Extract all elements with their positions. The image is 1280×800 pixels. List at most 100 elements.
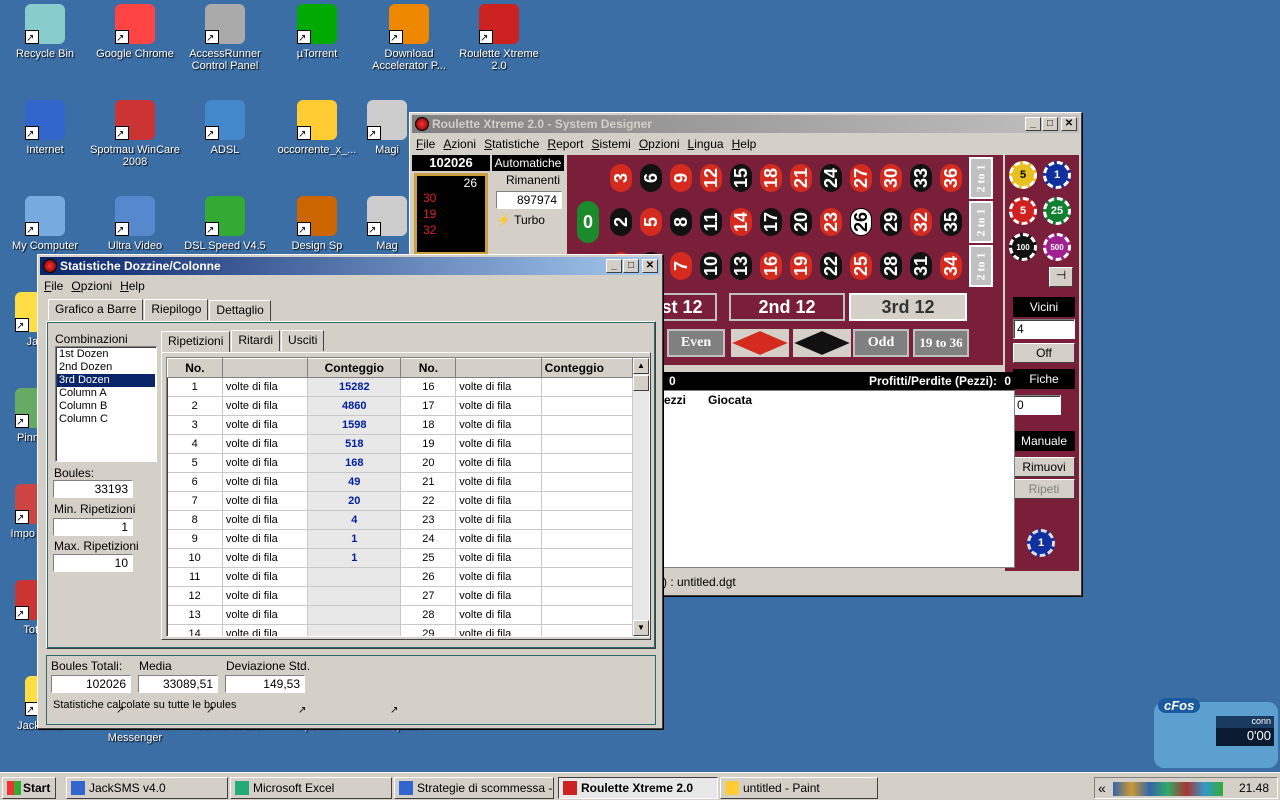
number-cell[interactable]: 31 [907,245,935,287]
column-header[interactable]: No. [167,358,223,378]
number-cell[interactable]: 30 [877,157,905,199]
roulette-menu-report[interactable]: Report [545,135,589,153]
rimuovi-button[interactable]: Rimuovi [1013,457,1075,477]
desktop-icon[interactable]: Ultra Video [90,196,180,252]
roulette-menu-azioni[interactable]: Azioni [441,135,482,153]
combinazioni-list[interactable]: 1st Dozen 2nd Dozen 3rd Dozen Column A Colum… [55,346,157,462]
even-bet[interactable]: Even [667,329,725,357]
roulette-menu-opzioni[interactable]: Opzioni [637,135,686,153]
table-row[interactable]: 2 volte di fila 4860 17 volte di fila [167,396,634,416]
table-row[interactable]: 12 volte di fila 27 volte di fila [167,586,634,606]
table-row[interactable]: 10 volte di fila 1 25 volte di fila [167,548,634,568]
scroll-down-icon[interactable]: ▼ [633,620,649,636]
chip-5[interactable]: 5 [1009,197,1037,225]
desktop-icon[interactable]: My Computer [0,196,90,252]
combo-item[interactable]: Column B [57,400,155,413]
number-cell[interactable]: 7 [667,245,695,287]
number-cell[interactable]: 6 [637,157,665,199]
combo-item[interactable]: 3rd Dozen [57,374,155,387]
number-cell[interactable]: 17 [757,201,785,243]
number-cell[interactable]: 35 [937,201,965,243]
maximize-button[interactable]: □ [1042,117,1058,131]
number-cell[interactable]: 15 [727,157,755,199]
max-field[interactable]: 10 [53,554,133,572]
sub-tab-1[interactable]: Ritardi [231,330,281,351]
close-button[interactable]: ✕ [1061,117,1077,131]
number-cell[interactable]: 12 [697,157,725,199]
table-row[interactable]: 7 volte di fila 20 22 volte di fila [167,491,634,511]
stats-menu-opzioni[interactable]: Opzioni [69,277,118,295]
number-cell[interactable]: 28 [877,245,905,287]
stats-maximize-button[interactable]: □ [623,259,639,273]
taskbar-task[interactable]: JackSMS v4.0 [66,777,228,799]
stats-menu-file[interactable]: File [42,277,69,295]
bet-list[interactable]: ezzi Giocata [663,390,1015,568]
table-row[interactable]: 9 volte di fila 1 24 volte di fila [167,529,634,549]
desktop-icon[interactable]: Spotmau WinCare 2008 [90,100,180,168]
desktop-icon[interactable]: Google Chrome [90,4,180,60]
desktop-icon[interactable]: DSL Speed V4.5 [180,196,270,252]
number-cell[interactable]: 9 [667,157,695,199]
boules-field[interactable]: 33193 [53,480,133,498]
number-cell[interactable]: 20 [787,201,815,243]
bottom-chip[interactable]: 1 [1027,529,1055,557]
turbo-checkbox[interactable]: Turbo [514,213,545,227]
sub-tab-2[interactable]: Usciti [281,330,325,351]
roulette-menu-lingua[interactable]: Lingua [686,135,730,153]
scroll-thumb[interactable] [633,375,649,391]
number-cell[interactable]: 19 [787,245,815,287]
combo-item[interactable]: 1st Dozen [57,348,155,361]
number-cell[interactable]: 8 [667,201,695,243]
chip-1[interactable]: 1 [1043,161,1071,189]
scroll-up-icon[interactable]: ▲ [633,358,649,374]
desktop-icon[interactable]: Roulette Xtreme 2.0 [454,4,544,72]
number-cell[interactable]: 24 [817,157,845,199]
number-cell[interactable]: 34 [937,245,965,287]
chip-100[interactable]: 100 [1009,233,1037,261]
number-cell[interactable]: 23 [817,201,845,243]
two-to-one-bet[interactable]: 2 to 1 [969,201,993,243]
number-cell[interactable]: 21 [787,157,815,199]
fiche-spinner[interactable]: 0 [1013,395,1061,415]
min-field[interactable]: 1 [53,518,133,536]
dozen-2[interactable]: 2nd 12 [729,293,845,321]
stats-titlebar[interactable]: Statistiche Dozzine/Colonne _ □ ✕ [40,257,660,275]
number-cell[interactable]: 25 [847,245,875,287]
number-cell[interactable]: 5 [637,201,665,243]
table-row[interactable]: 11 volte di fila 26 volte di fila [167,567,634,587]
vicini-spinner[interactable]: 4 [1013,319,1075,339]
tray-expand-icon[interactable]: « [1098,780,1106,796]
stats-menu-help[interactable]: Help [118,277,151,295]
desktop-icon[interactable]: Recycle Bin [0,4,90,60]
red-bet[interactable] [731,329,789,357]
roulette-menu-help[interactable]: Help [730,135,763,153]
number-cell[interactable]: 29 [877,201,905,243]
number-cell[interactable]: 18 [757,157,785,199]
tray-icons[interactable] [1113,782,1223,796]
table-row[interactable]: 5 volte di fila 168 20 volte di fila [167,453,634,473]
stats-minimize-button[interactable]: _ [606,259,622,273]
chip-5[interactable]: 5 [1009,161,1037,189]
desktop-icon[interactable]: Download Accelerator P... [364,4,454,72]
two-to-one-bet[interactable]: 2 to 1 [969,245,993,287]
taskbar-task[interactable]: Roulette Xtreme 2.0 [558,777,718,799]
high-bet[interactable]: 19 to 36 [913,329,969,357]
column-header[interactable] [455,358,542,378]
column-header[interactable]: Conteggio [307,358,402,378]
desktop-icon[interactable]: AccessRunner Control Panel [180,4,270,72]
chip-500[interactable]: 500 [1043,233,1071,261]
number-cell[interactable]: 27 [847,157,875,199]
number-cell[interactable]: 13 [727,245,755,287]
roulette-menu-statistiche[interactable]: Statistiche [482,135,545,153]
roulette-titlebar[interactable]: Roulette Xtreme 2.0 - System Designer _ … [412,115,1079,133]
number-cell[interactable]: 10 [697,245,725,287]
automatic-button[interactable]: Automatiche [492,155,564,171]
number-cell[interactable]: 11 [697,201,725,243]
number-cell[interactable]: 2 [607,201,635,243]
table-row[interactable]: 3 volte di fila 1598 18 volte di fila [167,415,634,435]
two-to-one-bet[interactable]: 2 to 1 [969,157,993,199]
desktop-icon[interactable]: ADSL [180,100,270,156]
main-tab-1[interactable]: Riepilogo [144,299,209,320]
dozen-3[interactable]: 3rd 12 [849,293,967,321]
taskbar-task[interactable]: untitled - Paint [720,777,878,799]
